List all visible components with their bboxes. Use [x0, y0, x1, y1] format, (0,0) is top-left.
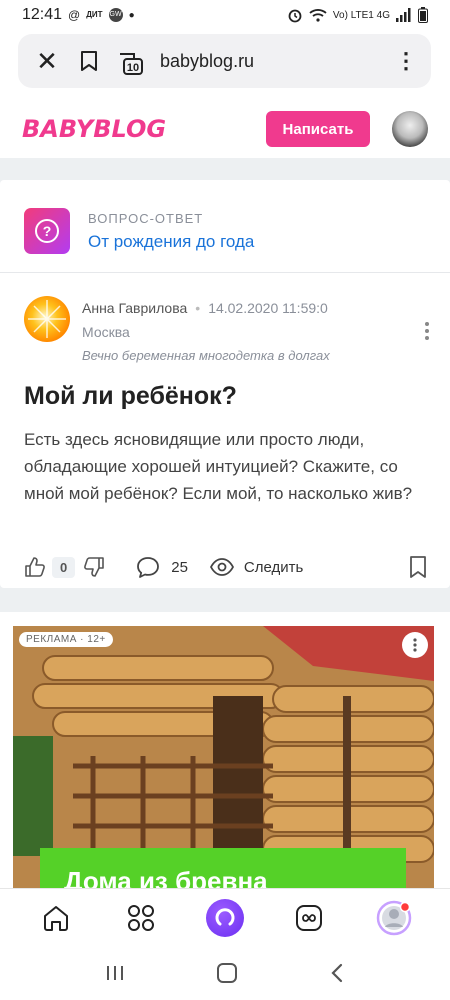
profile-button[interactable]: [374, 898, 414, 938]
tab-count: 10: [127, 62, 139, 74]
post-card: ? ВОПРОС-ОТВЕТ От рождения до года Анна …: [0, 180, 450, 588]
site-header: BABYBLOG Написать: [0, 100, 450, 158]
home-nav-icon[interactable]: [216, 962, 238, 984]
bookmark-icon[interactable]: [80, 50, 98, 72]
at-icon: @: [68, 8, 81, 22]
recent-apps-icon[interactable]: [105, 964, 125, 982]
alice-button[interactable]: [205, 898, 245, 938]
status-left-icons: @ ДИТ GW ●: [68, 8, 135, 22]
author-name[interactable]: Анна Гаврилова: [82, 300, 187, 316]
status-bar: 12:41 @ ДИТ GW ● Vo) LTE1 4G: [0, 0, 450, 30]
svg-text:?: ?: [43, 223, 52, 239]
status-time: 12:41: [22, 6, 63, 23]
eye-icon[interactable]: [209, 558, 234, 576]
close-icon[interactable]: ✕: [32, 46, 62, 77]
separator-dot: •: [195, 300, 201, 316]
tabs-icon: 10: [120, 53, 143, 75]
follow-button[interactable]: Следить: [244, 559, 303, 576]
comment-icon[interactable]: [135, 555, 161, 579]
category-block[interactable]: ? ВОПРОС-ОТВЕТ От рождения до года: [24, 208, 254, 254]
ad-block[interactable]: РЕКЛАМА · 12+ Дома из бревна: [0, 612, 450, 892]
gw-icon: GW: [108, 8, 123, 22]
bottom-nav: [0, 888, 450, 946]
post-menu-icon[interactable]: [424, 322, 434, 345]
home-button[interactable]: [36, 898, 76, 938]
post-actions: 0 25 Следить: [24, 552, 428, 582]
comment-count[interactable]: 25: [171, 559, 188, 576]
category-label: ВОПРОС-ОТВЕТ: [88, 210, 204, 226]
browser-address-bar: ✕ 10 babyblog.ru ⋮: [18, 34, 431, 88]
url-text[interactable]: babyblog.ru: [160, 51, 254, 72]
ad-menu-icon[interactable]: [402, 632, 428, 658]
alice-icon: [205, 898, 244, 937]
user-avatar[interactable]: [392, 111, 428, 147]
category-title[interactable]: От рождения до года: [88, 232, 254, 252]
browser-menu-icon[interactable]: ⋮: [395, 50, 417, 72]
grid-icon: [127, 904, 154, 931]
tabs-button[interactable]: 10: [116, 48, 143, 75]
infinity-button[interactable]: [289, 898, 329, 938]
author-status: Вечно беременная многодетка в долгах: [82, 348, 330, 363]
write-button[interactable]: Написать: [266, 111, 370, 147]
author-avatar[interactable]: [24, 296, 70, 342]
post-date: 14.02.2020 11:59:0: [208, 300, 328, 316]
like-icon[interactable]: [24, 556, 46, 578]
profile-icon: [376, 900, 411, 935]
dislike-icon[interactable]: [83, 556, 105, 578]
ad-image[interactable]: РЕКЛАМА · 12+ Дома из бревна: [13, 626, 434, 892]
dot-icon: ●: [128, 9, 135, 21]
infinity-icon: [296, 904, 323, 931]
dit-mir-icon: ДИТ: [86, 10, 103, 19]
battery-icon: [418, 7, 428, 23]
system-nav: [0, 946, 450, 1000]
bookmark-icon[interactable]: [408, 555, 428, 579]
divider: [0, 272, 450, 273]
wifi-icon: [309, 9, 327, 22]
post-title: Мой ли ребёнок?: [24, 382, 237, 410]
like-count: 0: [52, 556, 76, 578]
alarm-icon: [288, 9, 302, 23]
network-label: Vo) LTE1 4G: [332, 9, 390, 21]
status-right-icons: Vo) LTE1 4G: [287, 7, 428, 23]
home-icon: [44, 905, 69, 931]
author-city: Москва: [82, 324, 130, 340]
ad-banner[interactable]: Дома из бревна: [40, 848, 406, 892]
question-icon: ?: [24, 208, 70, 254]
signal-icon: [396, 8, 411, 22]
post-body: Есть здесь ясновидящие или просто люди, …: [24, 430, 413, 503]
ad-badge: РЕКЛАМА · 12+: [19, 632, 113, 647]
site-logo[interactable]: BABYBLOG: [22, 115, 166, 143]
back-icon[interactable]: [329, 963, 345, 983]
services-button[interactable]: [121, 898, 161, 938]
